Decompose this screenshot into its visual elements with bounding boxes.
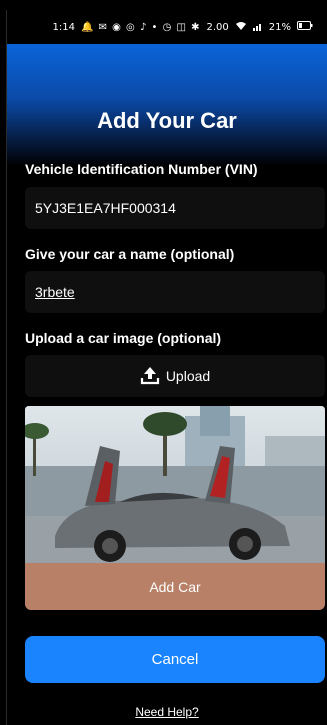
car-name-label: Give your car a name (optional) (25, 246, 235, 262)
battery-icon (297, 21, 313, 33)
battery-level: 21% (268, 21, 291, 33)
car-photo (25, 406, 325, 566)
status-time: 1:14 (52, 21, 75, 33)
car-name-value: 3rbete (35, 284, 75, 300)
header-gradient (7, 44, 327, 166)
car-image-preview (25, 406, 325, 566)
image-upload-label: Upload a car image (optional) (25, 330, 222, 346)
wifi-icon (235, 21, 247, 34)
upload-button[interactable]: Upload (25, 355, 325, 397)
add-car-button-label: Add Car (149, 578, 201, 595)
vin-label: Vehicle Identification Number (VIN) (25, 161, 258, 177)
upload-button-label: Upload (165, 368, 211, 384)
notification-icons: 🔔 ✉ ◉ ◎ ♪ • ◷ ◫ ✱ (80, 21, 201, 33)
vin-input[interactable]: 5YJ3E1EA7HF000314 (25, 187, 325, 229)
upload-icon (140, 365, 160, 388)
app-screen: 1:14 🔔 ✉ ◉ ◎ ♪ • ◷ ◫ ✱ 2.00 21% Add Your… (6, 10, 327, 725)
add-car-button[interactable]: Add Car (25, 563, 325, 610)
need-help-link[interactable]: Need Help? (7, 705, 327, 719)
cancel-button[interactable]: Cancel (25, 636, 325, 683)
signal-icon (252, 21, 263, 34)
vin-value: 5YJ3E1EA7HF000314 (35, 200, 176, 216)
page-title: Add Your Car (97, 108, 237, 133)
network-speed: 2.00 (206, 21, 229, 33)
status-bar: 1:14 🔔 ✉ ◉ ◎ ♪ • ◷ ◫ ✱ 2.00 21% (7, 10, 327, 44)
cancel-button-label: Cancel (151, 651, 199, 668)
car-name-input[interactable]: 3rbete (25, 271, 325, 313)
